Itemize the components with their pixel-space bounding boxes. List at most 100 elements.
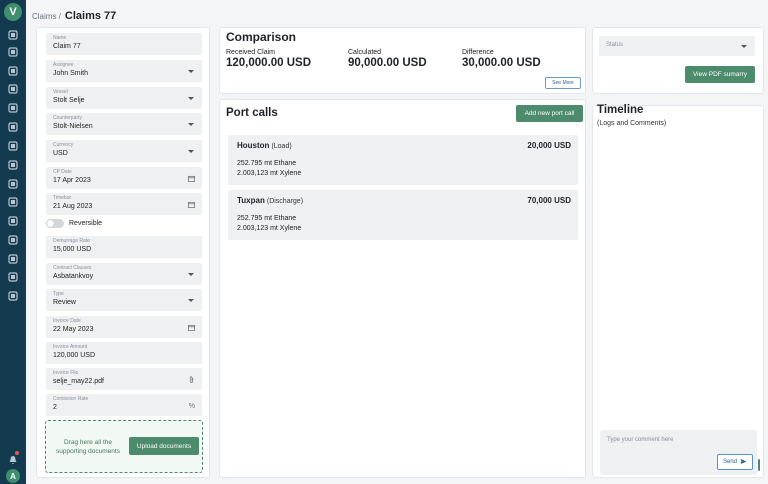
- port-call-item[interactable]: Tuxpan (Discharge) 70,000 USD 252.795 mt …: [228, 190, 578, 240]
- field-value: Review: [53, 299, 76, 306]
- demurrage-rate-field[interactable]: Demurrage Rate 15,000 USD: [46, 236, 202, 258]
- invoice-amount-field[interactable]: Invoice Amount 120,000 USD: [46, 342, 202, 364]
- org-chart-icon[interactable]: [7, 84, 19, 94]
- globe-icon[interactable]: [7, 103, 19, 113]
- field-label: Currency: [53, 142, 74, 148]
- cargo-line: 2.003,123 mt Xylene: [237, 170, 302, 177]
- timeline-panel: Timeline (Logs and Comments) Type your c…: [592, 104, 764, 478]
- chevron-down-icon: [188, 97, 194, 100]
- currency-select[interactable]: Currency USD: [46, 140, 202, 162]
- send-button[interactable]: Send: [717, 454, 753, 470]
- calendar-icon[interactable]: [188, 324, 195, 333]
- user-icon[interactable]: [7, 179, 19, 189]
- status-panel: Status View PDF sumarry: [592, 27, 764, 94]
- difference: Difference 30,000.00 USD: [462, 49, 541, 69]
- counterparty-select[interactable]: Counterparty Stolt-Nielsen: [46, 113, 202, 135]
- send-label: Send: [722, 459, 737, 465]
- port-call-item[interactable]: Houston (Load) 20,000 USD 252.795 mt Etha…: [228, 135, 578, 185]
- bar-chart-icon[interactable]: [7, 122, 19, 132]
- chevron-down-icon: [188, 150, 194, 153]
- field-label: Contract Clauses: [53, 265, 92, 271]
- see-more-button[interactable]: See More: [545, 77, 581, 89]
- name-field[interactable]: Name Claim 77: [46, 33, 202, 55]
- port-kind: (Load): [271, 143, 292, 150]
- field-label: Invoice Date: [53, 318, 81, 324]
- received-claim-label: Received Claim: [226, 49, 276, 56]
- add-port-call-button[interactable]: Add new port call: [516, 105, 583, 122]
- type-select[interactable]: Type Review: [46, 289, 202, 311]
- reversible-toggle-row: Reversible: [46, 219, 102, 228]
- field-value: 21 Aug 2023: [53, 203, 93, 210]
- field-value: Claim 77: [53, 43, 81, 50]
- vessel-select[interactable]: Vessel Stolt Selje: [46, 87, 202, 109]
- view-pdf-summary-button[interactable]: View PDF sumarry: [685, 66, 755, 83]
- chevron-down-icon: [188, 70, 194, 73]
- app-logo[interactable]: V: [4, 3, 22, 21]
- avatar[interactable]: A: [6, 469, 20, 483]
- port-kind: (Discharge): [266, 198, 304, 205]
- search-doc-icon[interactable]: [7, 254, 19, 264]
- dashboard-icon[interactable]: [7, 30, 19, 40]
- field-value: Stolt-Nielsen: [53, 123, 93, 130]
- document-dropzone[interactable]: Drag here all the supporting documents U…: [45, 420, 203, 473]
- status-select[interactable]: Status: [599, 36, 755, 56]
- calendar-icon[interactable]: [188, 175, 195, 184]
- upload-documents-button[interactable]: Upload documents: [129, 437, 199, 455]
- bell-icon[interactable]: [8, 451, 19, 465]
- briefcase-icon[interactable]: [7, 47, 19, 57]
- reversible-toggle[interactable]: [46, 219, 64, 228]
- calendar-icon[interactable]: [188, 201, 195, 210]
- field-value: Stolt Selje: [53, 97, 85, 104]
- cargo-line: 2.003,123 mt Xylene: [237, 225, 302, 232]
- contract-clauses-select[interactable]: Contract Clauses Asbatankvoy: [46, 263, 202, 285]
- document-icon[interactable]: [7, 141, 19, 151]
- field-label: Demurrage Rate: [53, 238, 90, 244]
- calculated-label: Calculated: [348, 49, 382, 56]
- port-amount: 20,000 USD: [527, 141, 571, 150]
- notification-dot: [15, 451, 19, 455]
- store-icon[interactable]: [7, 216, 19, 226]
- port-name: Houston (Load): [237, 141, 292, 150]
- location-icon[interactable]: [7, 235, 19, 245]
- field-value: Asbatankvoy: [53, 273, 94, 280]
- field-value: 120,000 USD: [53, 352, 96, 359]
- calculated: Calculated 90,000.00 USD: [348, 49, 427, 69]
- invoice-file-field[interactable]: Invoice File selje_may22.pdf: [46, 368, 202, 390]
- invoice-date-field[interactable]: Invoice Date 22 May 2023: [46, 316, 202, 338]
- percent-unit: %: [188, 403, 195, 410]
- field-label: Comission Rate: [53, 396, 89, 402]
- cp-date-field[interactable]: CP Date 17 Apr 2023: [46, 167, 202, 189]
- port-calls-title: Port calls: [226, 107, 278, 119]
- field-label: Counterparty: [53, 115, 82, 121]
- claim-form-panel: Name Claim 77 Assignee John Smith Vessel…: [36, 27, 210, 478]
- timebar-field[interactable]: Timebar 21 Aug 2023: [46, 193, 202, 215]
- difference-label: Difference: [462, 49, 494, 56]
- field-value: USD: [53, 150, 68, 157]
- field-value: 2: [53, 404, 57, 411]
- breadcrumb-parent[interactable]: Claims /: [32, 12, 61, 21]
- list-icon[interactable]: [7, 66, 19, 76]
- field-value: selje_may22.pdf: [53, 378, 104, 385]
- nav-rail: V A: [0, 0, 26, 484]
- timeline-subtitle: (Logs and Comments): [597, 120, 667, 127]
- comment-input[interactable]: Type your comment here Send: [600, 430, 757, 475]
- port-city: Houston: [237, 141, 270, 150]
- chevron-down-icon: [188, 299, 194, 302]
- field-value: 15,000 USD: [53, 246, 92, 253]
- assignee-select[interactable]: Assignee John Smith: [46, 60, 202, 82]
- field-label: Invoice File: [53, 370, 79, 376]
- timeline-title: Timeline: [597, 104, 644, 116]
- users-icon[interactable]: [7, 197, 19, 207]
- chevron-down-icon: [188, 123, 194, 126]
- tools-icon[interactable]: [7, 291, 19, 301]
- dropzone-text: Drag here all the supporting documents: [56, 439, 120, 455]
- table-icon[interactable]: [7, 272, 19, 282]
- commission-rate-field[interactable]: Comission Rate 2 %: [46, 394, 202, 416]
- chevron-down-icon: [188, 273, 194, 276]
- chevron-down-icon: [741, 45, 747, 48]
- port-amount: 70,000 USD: [527, 196, 571, 205]
- port-city: Tuxpan: [237, 196, 265, 205]
- transfer-icon[interactable]: [7, 160, 19, 170]
- field-label: Assignee: [53, 62, 74, 68]
- paperclip-icon[interactable]: [188, 376, 195, 385]
